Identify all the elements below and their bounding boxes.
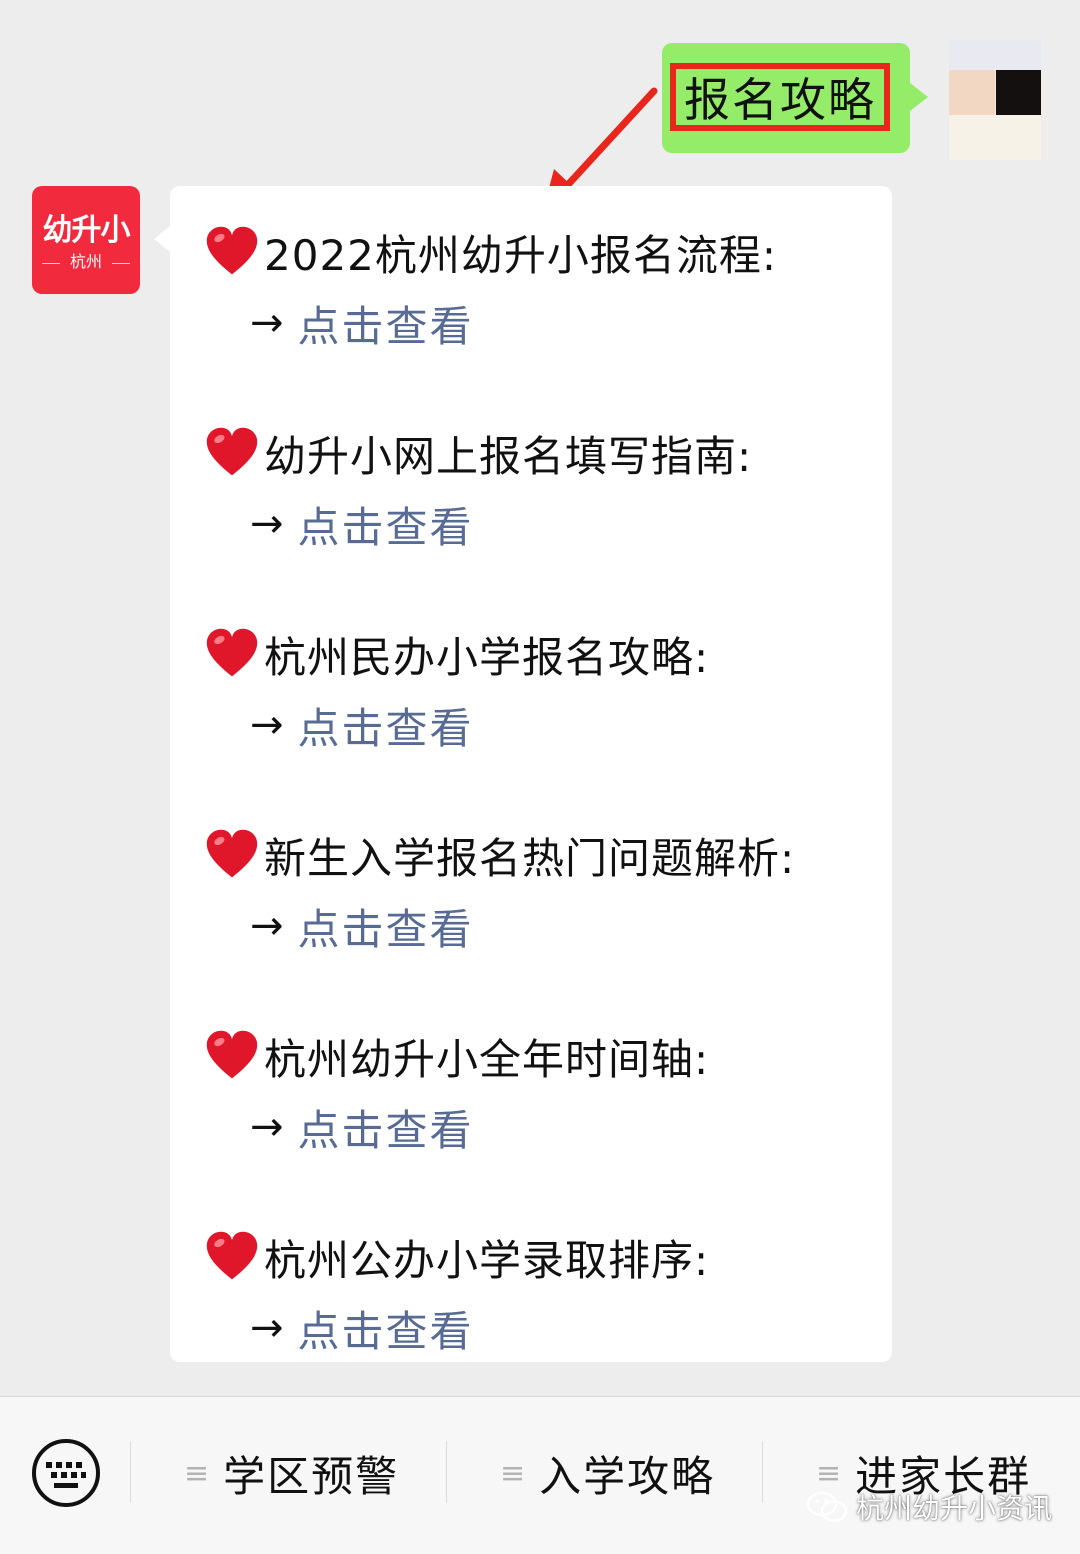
item-title: 杭州民办小学报名攻略:	[264, 632, 710, 682]
avatar-divider	[112, 263, 130, 264]
link-text[interactable]: 点击查看	[298, 896, 474, 957]
right-arrow-icon: →	[250, 1104, 284, 1150]
list-item: 杭州公办小学录取排序: → 点击查看	[204, 1207, 884, 1356]
user-avatar[interactable]	[949, 40, 1041, 160]
view-link[interactable]: → 点击查看	[250, 497, 474, 552]
sent-message-text: 报名攻略	[670, 63, 890, 131]
right-arrow-icon: →	[250, 300, 284, 346]
red-heart-icon	[206, 226, 258, 275]
menu-divider	[446, 1441, 447, 1503]
menu-item-enrollment-guide[interactable]: ≡ 入学攻略	[500, 1437, 715, 1509]
item-title: 幼升小网上报名填写指南:	[264, 431, 753, 481]
list-item: 幼升小网上报名填写指南: → 点击查看	[204, 403, 884, 552]
item-title: 杭州公办小学录取排序:	[264, 1235, 710, 1285]
avatar-logo-subtext: 杭州	[69, 252, 102, 271]
watermark: 杭州幼升小资讯	[806, 1487, 1052, 1527]
right-arrow-icon: →	[250, 702, 284, 748]
view-link[interactable]: → 点击查看	[250, 1301, 474, 1356]
sent-message-bubble[interactable]: 报名攻略	[662, 43, 928, 153]
avatar-logo-text: 幼升小	[42, 213, 131, 248]
item-title-row: 杭州幼升小全年时间轴:	[204, 1026, 709, 1086]
link-text[interactable]: 点击查看	[298, 695, 474, 756]
reply-message-bubble: 2022杭州幼升小报名流程: → 点击查看 幼升小网上报名填写指南: → 点击查…	[154, 186, 892, 1362]
official-account-avatar[interactable]: 幼升小 杭州	[32, 186, 140, 294]
item-title-row: 杭州公办小学录取排序:	[204, 1227, 709, 1287]
menu-lines-icon: ≡	[500, 1455, 526, 1491]
item-title-row: 幼升小网上报名填写指南:	[204, 423, 752, 483]
link-text[interactable]: 点击查看	[298, 1298, 474, 1359]
item-title: 2022杭州幼升小报名流程:	[264, 230, 778, 280]
right-arrow-icon: →	[250, 1305, 284, 1351]
item-title: 新生入学报名热门问题解析:	[264, 833, 796, 883]
red-heart-icon	[206, 1030, 258, 1079]
menu-label: 入学攻略	[539, 1451, 716, 1501]
avatar-block	[949, 40, 1041, 70]
menu-lines-icon: ≡	[184, 1455, 210, 1491]
avatar-block	[996, 70, 1041, 116]
list-item: 新生入学报名热门问题解析: → 点击查看	[204, 805, 884, 954]
menu-divider	[130, 1441, 131, 1503]
red-heart-icon	[206, 427, 258, 476]
view-link[interactable]: → 点击查看	[250, 899, 474, 954]
red-heart-icon	[206, 1231, 258, 1280]
watermark-text: 杭州幼升小资讯	[856, 1492, 1053, 1525]
list-item: 杭州幼升小全年时间轴: → 点击查看	[204, 1006, 884, 1155]
wechat-icon	[806, 1491, 848, 1522]
red-heart-icon	[206, 829, 258, 878]
view-link[interactable]: → 点击查看	[250, 296, 474, 351]
link-text[interactable]: 点击查看	[298, 494, 474, 555]
view-link[interactable]: → 点击查看	[250, 1100, 474, 1155]
menu-divider	[762, 1441, 763, 1503]
list-item: 杭州民办小学报名攻略: → 点击查看	[204, 604, 884, 753]
avatar-block	[949, 70, 995, 115]
red-heart-icon	[206, 628, 258, 677]
item-title-row: 杭州民办小学报名攻略:	[204, 624, 709, 684]
item-title-row: 2022杭州幼升小报名流程:	[204, 222, 777, 282]
bottom-menu-bar: ≡ 学区预警 ≡ 入学攻略 ≡ 进家长群 杭州幼升小资讯	[0, 1396, 1080, 1554]
keyboard-icon[interactable]	[30, 1437, 102, 1509]
avatar-block	[949, 115, 1041, 160]
link-text[interactable]: 点击查看	[298, 1097, 474, 1158]
item-title: 杭州幼升小全年时间轴:	[264, 1034, 710, 1084]
chat-area: 报名攻略 幼升小 杭州 2022杭州幼升小报名流程: → 点击查看 幼升小网上报…	[0, 0, 1080, 1396]
item-title-row: 新生入学报名热门问题解析:	[204, 825, 795, 885]
menu-label: 学区预警	[223, 1451, 400, 1501]
menu-item-school-district[interactable]: ≡ 学区预警	[184, 1437, 399, 1509]
menu-lines-icon: ≡	[816, 1455, 842, 1491]
right-arrow-icon: →	[250, 501, 284, 547]
view-link[interactable]: → 点击查看	[250, 698, 474, 753]
list-item: 2022杭州幼升小报名流程: → 点击查看	[204, 202, 884, 351]
link-text[interactable]: 点击查看	[298, 293, 474, 354]
right-arrow-icon: →	[250, 903, 284, 949]
